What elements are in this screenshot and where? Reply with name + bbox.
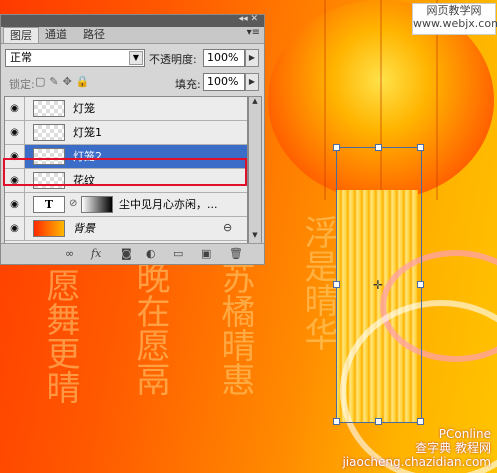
seal-column: 浮是晴华	[298, 215, 338, 351]
layer-name: 尘中见月心亦闲，...	[119, 198, 218, 211]
layer-row[interactable]: ◉ 背景 ⊖	[5, 217, 247, 241]
link-icon: ⊘	[69, 198, 78, 209]
transform-handle[interactable]	[417, 144, 424, 151]
tab-paths[interactable]: 路径	[77, 27, 111, 43]
watermark-bottom: PConline 查字典 教程网 jiaocheng.chazidian.com	[342, 427, 491, 469]
seal-column: 苏橘晴惠	[215, 260, 255, 396]
trash-icon[interactable]: 🗑	[229, 247, 243, 260]
new-group-icon[interactable]: ▭	[173, 247, 183, 260]
transform-handle[interactable]	[375, 418, 382, 425]
highlight-box	[3, 158, 247, 186]
transform-handle[interactable]	[333, 144, 340, 151]
layer-row[interactable]: ◉ 灯笼	[5, 97, 247, 121]
collapse-icon[interactable]: ◂◂ ✕	[239, 14, 258, 24]
transform-handle[interactable]	[417, 281, 424, 288]
transform-handle[interactable]	[333, 281, 340, 288]
layer-row[interactable]: ◉ 灯笼1	[5, 121, 247, 145]
eye-icon[interactable]: ◉	[5, 97, 25, 120]
transform-handle[interactable]	[333, 418, 340, 425]
layers-panel: ◂◂ ✕ 图层 通道 路径 ▾≡ 正常 ▼ 不透明度: 100% ▶ 锁定: ▢…	[0, 14, 265, 265]
fx-icon[interactable]: fx	[91, 247, 101, 260]
panel-tabs: 图层 通道 路径 ▾≡	[1, 27, 264, 44]
opacity-label: 不透明度:	[149, 53, 197, 66]
panel-titlebar[interactable]: ◂◂ ✕	[1, 14, 264, 27]
chevron-down-icon[interactable]: ▼	[129, 51, 143, 65]
opacity-input[interactable]: 100%	[203, 49, 245, 67]
layers-scrollbar[interactable]: ▲ ▼	[248, 96, 262, 244]
new-layer-icon[interactable]: ▣	[201, 247, 211, 260]
tab-channels[interactable]: 通道	[39, 27, 73, 43]
eye-icon[interactable]: ◉	[5, 121, 25, 144]
watermark-url: www.webjx.com	[413, 17, 497, 30]
fill-slider-button[interactable]: ▶	[245, 73, 259, 91]
link-layers-icon[interactable]: ∞	[65, 247, 74, 260]
lock-icon: ⊖	[223, 221, 233, 234]
lock-icons[interactable]: ▢✎✥🔒	[35, 75, 94, 88]
layer-name: 灯笼	[73, 102, 95, 115]
transform-bounding-box[interactable]: ✛	[333, 144, 424, 425]
layer-thumbnail	[33, 100, 65, 117]
adjustment-layer-icon[interactable]: ◐	[146, 247, 156, 260]
layer-name: 灯笼1	[73, 126, 102, 139]
opacity-slider-button[interactable]: ▶	[245, 49, 259, 67]
transform-handle[interactable]	[417, 418, 424, 425]
layer-name: 背景	[73, 222, 95, 235]
layer-row[interactable]: ◉ T ⊘ 尘中见月心亦闲，...	[5, 193, 247, 217]
layer-mask-thumbnail	[81, 196, 113, 213]
watermark-url: jiaocheng.chazidian.com	[342, 455, 491, 469]
scroll-up-icon[interactable]: ▲	[249, 97, 261, 109]
watermark-logo: 网页教学网 www.webjx.com	[412, 3, 497, 35]
layer-thumbnail	[33, 220, 65, 237]
watermark-brand: PConline	[438, 427, 491, 441]
transform-handle[interactable]	[375, 144, 382, 151]
panel-menu-icon[interactable]: ▾≡	[247, 27, 260, 38]
add-mask-icon[interactable]: ◙	[121, 247, 132, 260]
seal-column: 愿舞更晴	[40, 268, 80, 404]
eye-icon[interactable]: ◉	[5, 193, 25, 216]
blend-mode-select[interactable]: 正常 ▼	[5, 49, 145, 67]
tab-layers[interactable]: 图层	[3, 27, 39, 43]
lock-label: 锁定:	[9, 78, 35, 91]
panel-bottom-bar: ∞ fx ◙ ◐ ▭ ▣ 🗑	[1, 243, 264, 264]
fill-label: 填充:	[175, 78, 201, 91]
blend-mode-value: 正常	[10, 51, 32, 64]
text-layer-thumbnail: T	[33, 196, 65, 213]
watermark-title: 查字典 教程网	[415, 441, 491, 455]
eye-icon[interactable]: ◉	[5, 217, 25, 240]
layer-thumbnail	[33, 124, 65, 141]
pivot-icon[interactable]: ✛	[373, 278, 383, 292]
fill-input[interactable]: 100%	[203, 73, 245, 91]
scroll-down-icon[interactable]: ▼	[249, 231, 261, 243]
seal-column: 晚在愿鬲	[130, 260, 170, 396]
watermark-title: 网页教学网	[426, 4, 482, 17]
